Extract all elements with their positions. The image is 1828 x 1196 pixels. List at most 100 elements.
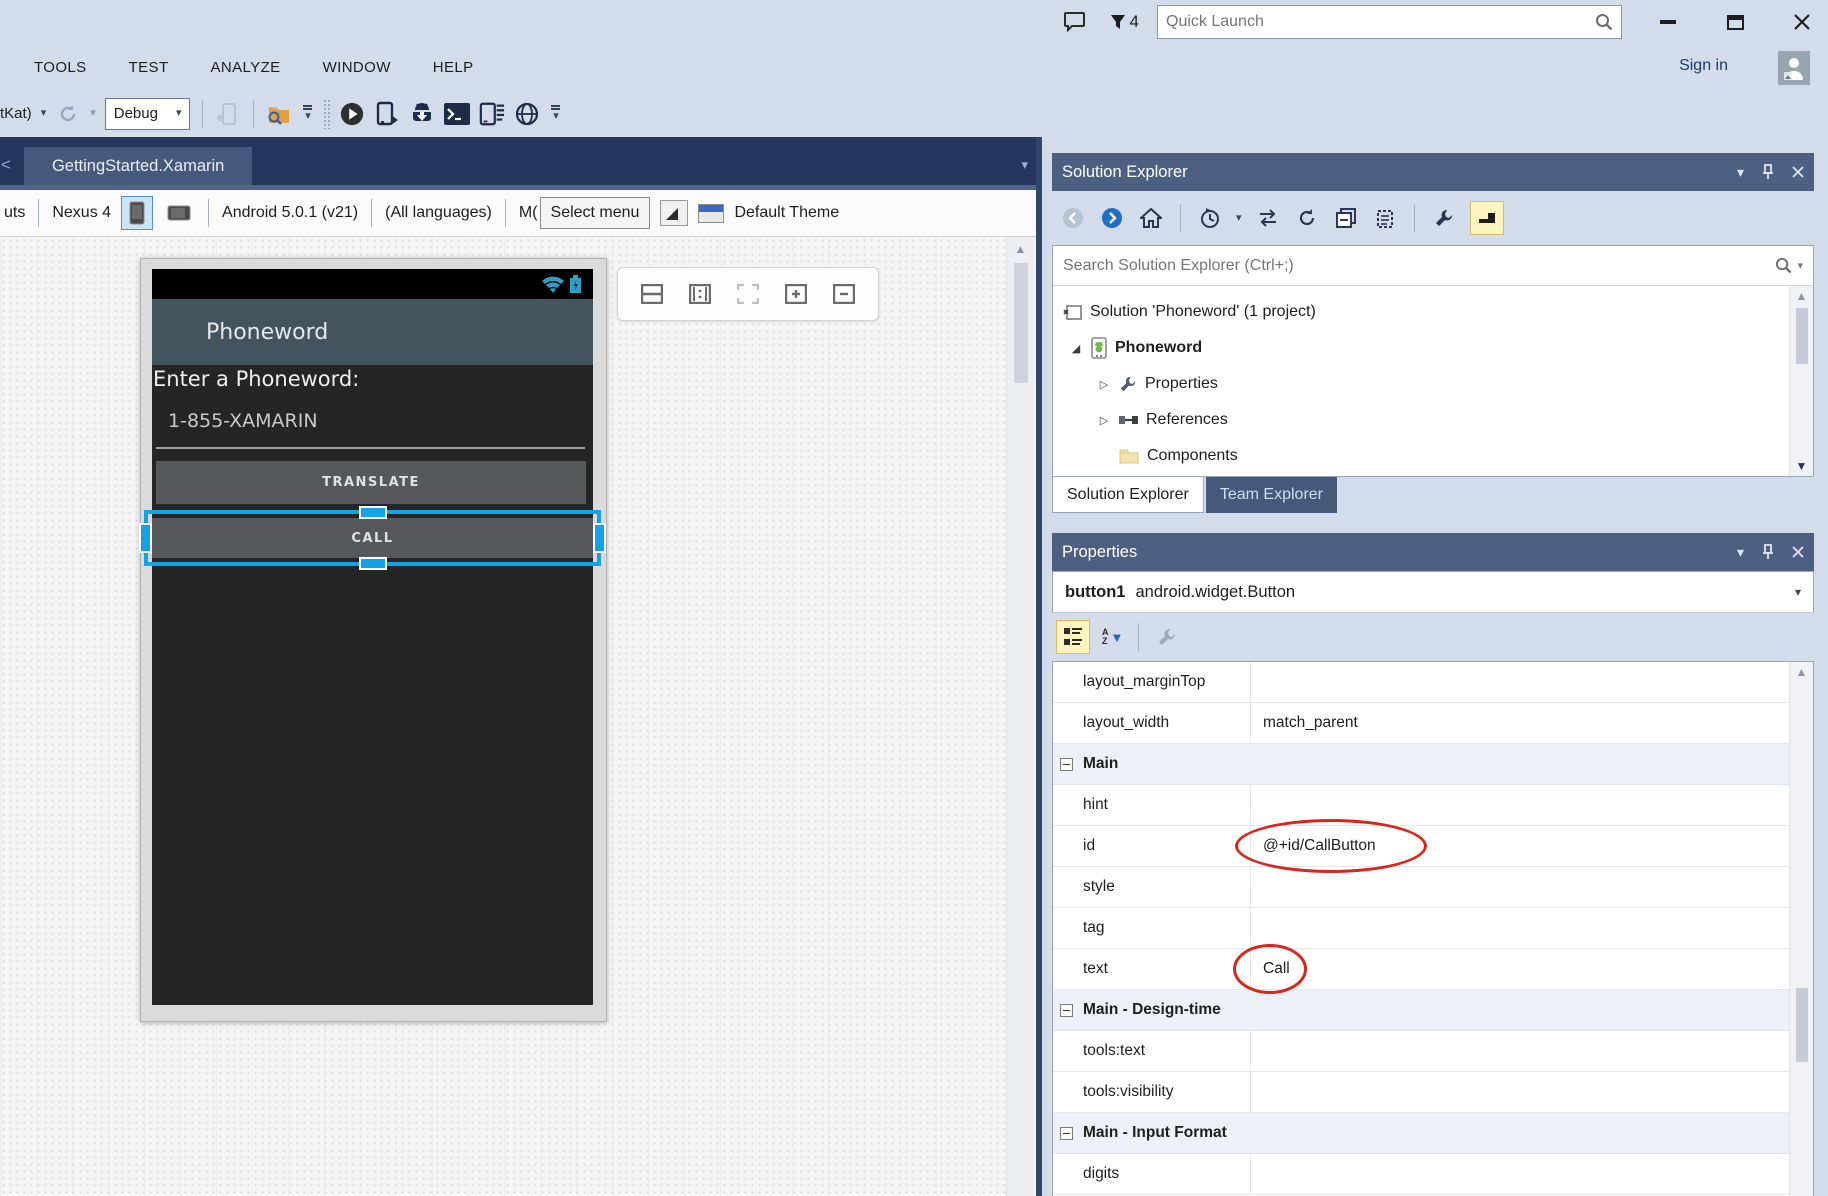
target-framework-dropdown-icon[interactable]: ▾ bbox=[41, 108, 47, 119]
resize-handle-top[interactable] bbox=[359, 506, 387, 519]
scrollbar-thumb[interactable] bbox=[1014, 263, 1028, 383]
collapse-category-icon[interactable] bbox=[1060, 758, 1073, 771]
android-version-selector[interactable]: Android 5.0.1 (v21) bbox=[222, 204, 358, 222]
resize-handle-left[interactable] bbox=[139, 523, 152, 553]
resize-handle-right[interactable] bbox=[593, 523, 606, 553]
tree-item-components[interactable]: Components bbox=[1053, 438, 1813, 474]
theme-selector[interactable]: Default Theme bbox=[734, 204, 839, 222]
layouts-combo-partial[interactable]: uts bbox=[4, 204, 25, 222]
expander-collapsed-icon[interactable]: ▷ bbox=[1097, 378, 1111, 391]
menu-tools[interactable]: TOOLS bbox=[34, 59, 87, 76]
android-screen[interactable]: Phoneword Enter a Phoneword: 1-855-XAMAR… bbox=[152, 269, 593, 1005]
phoneword-text-input[interactable]: 1-855-XAMARIN bbox=[168, 410, 318, 432]
scrollbar-thumb[interactable] bbox=[1796, 988, 1808, 1062]
refresh-icon[interactable] bbox=[55, 101, 81, 127]
tree-item-properties[interactable]: ▷ Properties bbox=[1053, 366, 1813, 402]
tab-gettingstarted-xamarin[interactable]: GettingStarted.Xamarin bbox=[24, 147, 252, 185]
find-in-files-icon[interactable] bbox=[266, 101, 292, 127]
property-row-id[interactable]: id @+id/CallButton bbox=[1053, 826, 1813, 867]
zoom-out-icon[interactable] bbox=[831, 281, 857, 307]
zoom-in-icon[interactable] bbox=[783, 281, 809, 307]
tree-vertical-scrollbar[interactable]: ▲ ▼ bbox=[1789, 286, 1813, 476]
menu-window[interactable]: WINDOW bbox=[323, 59, 391, 76]
split-vertical-icon[interactable] bbox=[687, 281, 713, 307]
tab-scroll-left-icon[interactable]: < bbox=[0, 155, 14, 185]
quick-launch-box[interactable] bbox=[1157, 5, 1622, 39]
phoneword-prompt-label[interactable]: Enter a Phoneword: bbox=[153, 367, 359, 391]
minimize-button[interactable] bbox=[1658, 12, 1678, 32]
solution-search-box[interactable]: ▾ bbox=[1053, 246, 1813, 286]
property-row[interactable]: tag bbox=[1053, 908, 1813, 949]
close-icon[interactable] bbox=[1792, 546, 1804, 558]
property-row[interactable]: style bbox=[1053, 867, 1813, 908]
tree-item-solution[interactable]: Solution 'Phoneword' (1 project) bbox=[1053, 294, 1813, 330]
select-menu-button[interactable]: Select menu bbox=[540, 197, 651, 229]
close-icon[interactable] bbox=[1792, 166, 1804, 178]
property-row[interactable]: digits bbox=[1053, 1154, 1813, 1195]
category-row-main[interactable]: Main bbox=[1053, 744, 1813, 785]
designer-vertical-scrollbar[interactable]: ▲ bbox=[1006, 237, 1034, 1196]
menu-help[interactable]: HELP bbox=[433, 59, 474, 76]
search-icon[interactable] bbox=[1595, 13, 1613, 31]
feedback-bubble-icon[interactable] bbox=[1062, 9, 1088, 35]
console-icon[interactable] bbox=[444, 101, 470, 127]
alphabetical-sort-button[interactable]: AZ ▼ bbox=[1102, 628, 1123, 647]
filter-dropdown-icon[interactable]: ▾ bbox=[1236, 213, 1242, 224]
window-position-dropdown-icon[interactable]: ▾ bbox=[1737, 544, 1744, 561]
preview-selected-items-toggle[interactable] bbox=[1470, 201, 1504, 235]
show-all-files-icon[interactable] bbox=[1372, 205, 1398, 231]
toolbar-grip[interactable] bbox=[323, 99, 330, 129]
language-selector[interactable]: (All languages) bbox=[385, 204, 492, 222]
android-layout-body[interactable]: Enter a Phoneword: 1-855-XAMARIN TRANSLA… bbox=[152, 365, 593, 1005]
tree-item-phoneword-project[interactable]: ◢ Phoneword bbox=[1053, 330, 1813, 366]
property-row-text[interactable]: text Call bbox=[1053, 949, 1813, 990]
property-row[interactable]: layout_marginTop bbox=[1053, 662, 1813, 703]
resize-handle-bottom[interactable] bbox=[359, 557, 387, 570]
sync-with-active-document-icon[interactable] bbox=[1255, 205, 1281, 231]
start-debug-icon[interactable] bbox=[339, 101, 365, 127]
home-icon[interactable] bbox=[1138, 205, 1164, 231]
call-button-selection[interactable]: CALL bbox=[144, 510, 601, 566]
scroll-up-icon[interactable]: ▲ bbox=[1796, 290, 1808, 302]
pending-changes-filter-icon[interactable] bbox=[1197, 205, 1223, 231]
categorized-view-toggle[interactable] bbox=[1056, 620, 1090, 654]
scroll-up-icon[interactable]: ▲ bbox=[1015, 243, 1027, 255]
window-position-dropdown-icon[interactable]: ▾ bbox=[1737, 164, 1744, 181]
search-icon[interactable] bbox=[1775, 257, 1792, 274]
device-log-icon[interactable] bbox=[479, 101, 505, 127]
scroll-up-icon[interactable]: ▲ bbox=[1796, 666, 1808, 678]
scroll-down-icon[interactable]: ▼ bbox=[1796, 460, 1808, 472]
object-dropdown-icon[interactable]: ▾ bbox=[1795, 585, 1801, 599]
category-row-input-format[interactable]: Main - Input Format bbox=[1053, 1113, 1813, 1154]
sign-in-link[interactable]: Sign in bbox=[1679, 57, 1728, 75]
refresh-icon[interactable] bbox=[1294, 205, 1320, 231]
selected-object-combo[interactable]: button1 android.widget.Button ▾ bbox=[1052, 571, 1814, 613]
menu-test[interactable]: TEST bbox=[129, 59, 169, 76]
property-row[interactable]: hint bbox=[1053, 785, 1813, 826]
target-framework-combo-partial[interactable]: tKat) bbox=[0, 105, 32, 122]
refresh-dropdown-icon[interactable]: ▾ bbox=[90, 108, 96, 119]
pin-icon[interactable] bbox=[1762, 164, 1774, 180]
collapse-category-icon[interactable] bbox=[1060, 1004, 1073, 1017]
properties-wrench-icon[interactable] bbox=[1431, 205, 1457, 231]
property-row[interactable]: layout_width match_parent bbox=[1053, 703, 1813, 744]
menu-analyze[interactable]: ANALYZE bbox=[211, 59, 281, 76]
tab-solution-explorer[interactable]: Solution Explorer bbox=[1052, 477, 1204, 513]
tab-team-explorer[interactable]: Team Explorer bbox=[1206, 477, 1337, 513]
category-row-design-time[interactable]: Main - Design-time bbox=[1053, 990, 1813, 1031]
emulator-manager-icon[interactable] bbox=[514, 101, 540, 127]
configuration-combo[interactable]: Debug ▾ bbox=[105, 98, 191, 130]
expander-expanded-icon[interactable]: ◢ bbox=[1069, 342, 1083, 355]
maximize-button[interactable] bbox=[1725, 12, 1745, 32]
solution-search-input[interactable] bbox=[1063, 257, 1775, 275]
designer-canvas[interactable]: Phoneword Enter a Phoneword: 1-855-XAMAR… bbox=[0, 237, 1036, 1196]
expander-collapsed-icon[interactable]: ▷ bbox=[1097, 414, 1111, 427]
toolbar-options-icon[interactable]: ▾ bbox=[549, 103, 562, 124]
dock-designer-button[interactable] bbox=[660, 200, 688, 226]
quick-launch-input[interactable] bbox=[1158, 13, 1595, 31]
document-well-dropdown-icon[interactable]: ▾ bbox=[1021, 157, 1028, 173]
pin-icon[interactable] bbox=[1762, 544, 1774, 560]
forward-icon[interactable] bbox=[1099, 205, 1125, 231]
property-row[interactable]: tools:text bbox=[1053, 1031, 1813, 1072]
property-row[interactable]: tools:visibility bbox=[1053, 1072, 1813, 1113]
